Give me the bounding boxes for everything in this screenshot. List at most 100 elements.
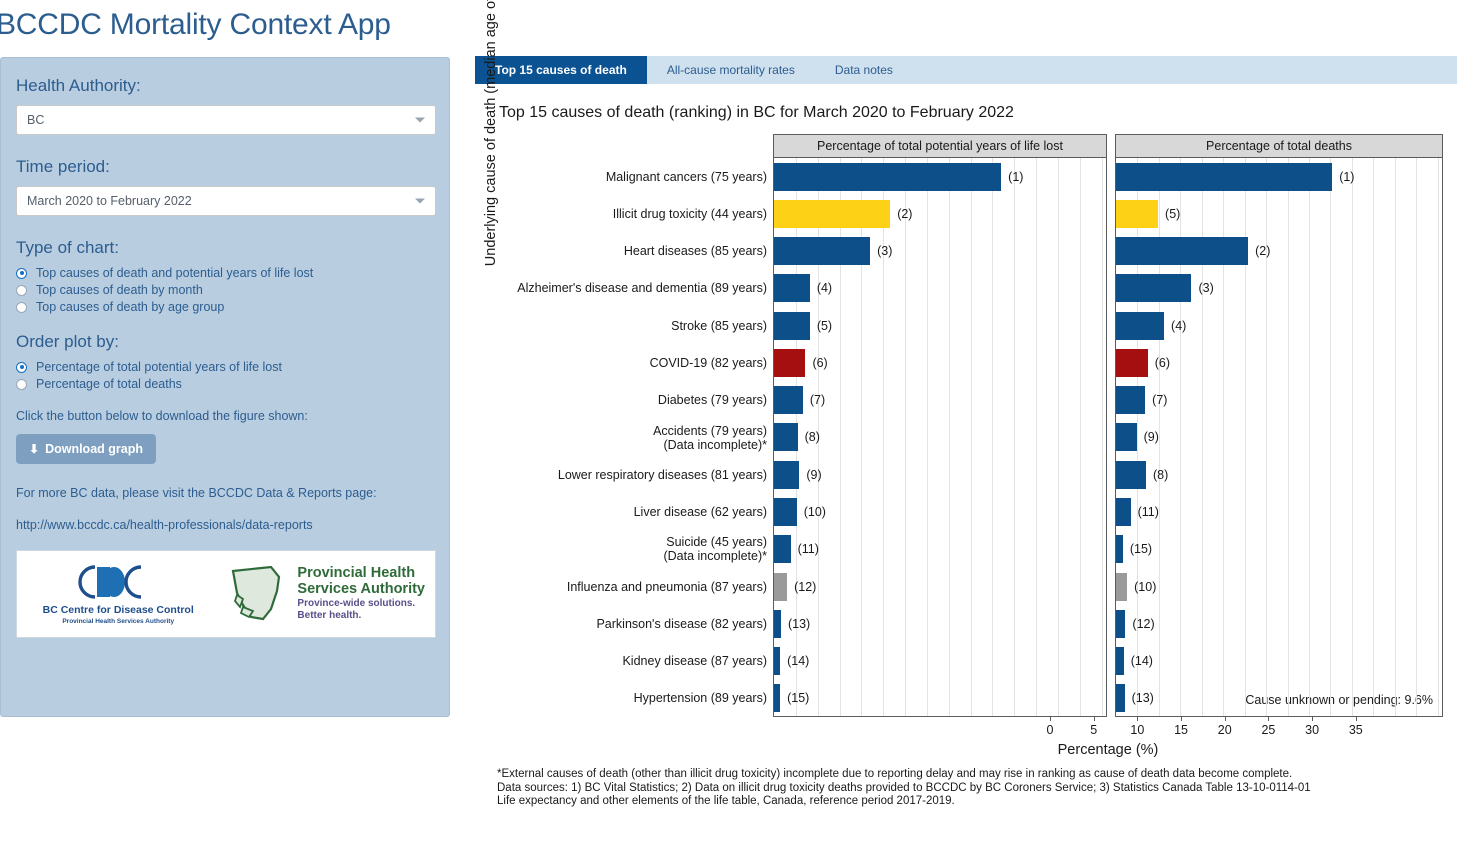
gridline-minor — [1351, 158, 1353, 716]
radio-chart-type-2[interactable]: Top causes of death by age group — [16, 300, 434, 314]
bar-row: (8) — [774, 419, 820, 456]
bar-rank-label: (15) — [1129, 542, 1153, 557]
bc-map-icon — [232, 565, 281, 621]
gridline — [1416, 158, 1418, 716]
bar-row: (12) — [774, 568, 816, 605]
radio-order-by-1[interactable]: Percentage of total deaths — [16, 377, 434, 391]
bar — [774, 237, 871, 266]
bar-row: (13) — [774, 605, 810, 642]
bar-rank-label: (13) — [787, 616, 811, 631]
time-period-select[interactable]: March 2020 to February 2022 — [16, 186, 436, 216]
footnotes: *External causes of death (other than il… — [497, 768, 1427, 809]
download-icon: ⬇ — [29, 442, 40, 456]
radio-chart-type-1[interactable]: Top causes of death by month — [16, 283, 434, 297]
bar-rank-label: (6) — [1154, 355, 1171, 370]
category-label-line: Influenza and pneumonia (87 years) — [566, 579, 767, 594]
category-label-line: Liver disease (62 years) — [633, 505, 767, 520]
category-labels-column: Malignant cancers (75 years) Illicit drug… — [497, 134, 773, 717]
bar — [774, 647, 781, 676]
x-axis-tick-label: 15 — [1174, 723, 1188, 737]
health-authority-select[interactable]: BC — [16, 105, 436, 135]
bar-rank-label: (9) — [806, 467, 822, 482]
more-data-text: For more BC data, please visit the BCCDC… — [16, 486, 377, 500]
category-label-line: Malignant cancers (75 years) — [605, 169, 767, 184]
bar-rank-label: (11) — [1137, 505, 1159, 520]
chart-plot-area: Underlying cause of death (median age of… — [483, 0, 1443, 758]
bar-row: (11) — [1116, 493, 1159, 530]
bar-rank-label: (6) — [812, 355, 828, 370]
bar-rank-label: (8) — [804, 430, 820, 445]
panel-plot-region: Cause unknown or pending: 9.6% (1) (5) (2)… — [1115, 158, 1443, 717]
bar-rank-label: (1) — [1008, 169, 1024, 184]
category-label: Malignant cancers (75 years) — [606, 170, 767, 184]
radio-indicator[interactable] — [16, 301, 27, 313]
bar — [1116, 274, 1192, 303]
category-label-line: Diabetes (79 years) — [657, 393, 767, 408]
bar-row: (4) — [1116, 307, 1186, 344]
category-label: Accidents (79 years) (Data incomplete)* — [653, 424, 767, 452]
download-graph-button[interactable]: ⬇ Download graph — [16, 434, 156, 464]
data-reports-link[interactable]: http://www.bccdc.ca/health-professionals… — [16, 518, 434, 532]
radio-label: Top causes of death by age group — [36, 300, 225, 314]
category-label-line: Illicit drug toxicity (44 years) — [612, 206, 767, 221]
category-label: Liver disease (62 years) — [634, 505, 767, 519]
bar — [1116, 348, 1148, 377]
gridline — [1079, 158, 1081, 716]
footnote-line-3: Life expectancy and other elements of th… — [497, 795, 955, 807]
bar-rank-label: (7) — [809, 393, 826, 408]
tick-mark — [1224, 717, 1226, 721]
tab-top-15-causes-of-death[interactable]: Top 15 causes of death — [475, 56, 647, 84]
radio-indicator[interactable] — [16, 361, 27, 373]
bar — [774, 684, 781, 713]
bar-row: (5) — [774, 307, 832, 344]
gridline — [1287, 158, 1289, 716]
bar-rank-label: (4) — [816, 281, 833, 296]
gridline-minor — [1014, 158, 1016, 716]
bar-rank-label: (7) — [1152, 393, 1168, 408]
bar-row: (7) — [774, 382, 825, 419]
bar — [774, 498, 797, 527]
bar-row: (3) — [774, 233, 892, 270]
gridline — [948, 158, 950, 716]
health-authority-value: BC — [27, 113, 45, 127]
bar — [774, 274, 810, 303]
x-axis-tick-label: 30 — [1305, 723, 1320, 737]
category-label-line: Kidney disease (87 years) — [622, 654, 767, 669]
bar-rank-label: (12) — [794, 579, 817, 594]
order-by-label: Order plot by: — [16, 332, 119, 351]
bar-row: (15) — [774, 680, 810, 716]
radio-indicator[interactable] — [16, 284, 27, 296]
bar-rank-label: (14) — [787, 654, 810, 669]
category-label: Kidney disease (87 years) — [622, 654, 767, 668]
radio-order-by-0[interactable]: Percentage of total potential years of l… — [16, 360, 434, 374]
chart-type-label: Type of chart: — [16, 238, 119, 257]
download-hint: Click the button below to download the f… — [16, 409, 308, 423]
tick-mark — [1137, 717, 1139, 721]
bar-row: (3) — [1116, 270, 1214, 307]
chevron-down-icon — [415, 117, 425, 123]
bar-rank-label: (9) — [1143, 430, 1159, 445]
category-label-line: COVID-19 (82 years) — [649, 355, 767, 370]
time-period-label: Time period: — [16, 157, 110, 176]
category-label-line: Parkinson's disease (82 years) — [596, 616, 767, 631]
tab-all-cause-mortality-rates[interactable]: All-cause mortality rates — [647, 56, 815, 84]
bar-rank-label: (3) — [1198, 281, 1214, 296]
bar-row: (2) — [1116, 233, 1270, 270]
bar-rank-label: (15) — [787, 691, 810, 706]
radio-chart-type-0[interactable]: Top causes of death and potential years … — [16, 266, 434, 280]
bccdc-mark-icon — [78, 565, 142, 599]
tab-data-notes[interactable]: Data notes — [815, 56, 913, 84]
category-label: COVID-19 (82 years) — [650, 356, 767, 370]
category-label-line: Alzheimer's disease and dementia (89 yea… — [517, 281, 767, 296]
chevron-down-icon — [415, 198, 425, 204]
gridline — [1330, 158, 1332, 716]
tick-mark — [1355, 717, 1357, 721]
health-authority-label: Health Authority: — [16, 76, 141, 95]
radio-indicator[interactable] — [16, 267, 27, 279]
tick-mark — [1093, 717, 1095, 721]
bar — [774, 423, 798, 452]
radio-indicator[interactable] — [16, 378, 27, 390]
category-label-line: (Data incomplete)* — [663, 437, 767, 452]
bar-rank-label: (10) — [803, 505, 826, 520]
bar — [1116, 535, 1123, 564]
